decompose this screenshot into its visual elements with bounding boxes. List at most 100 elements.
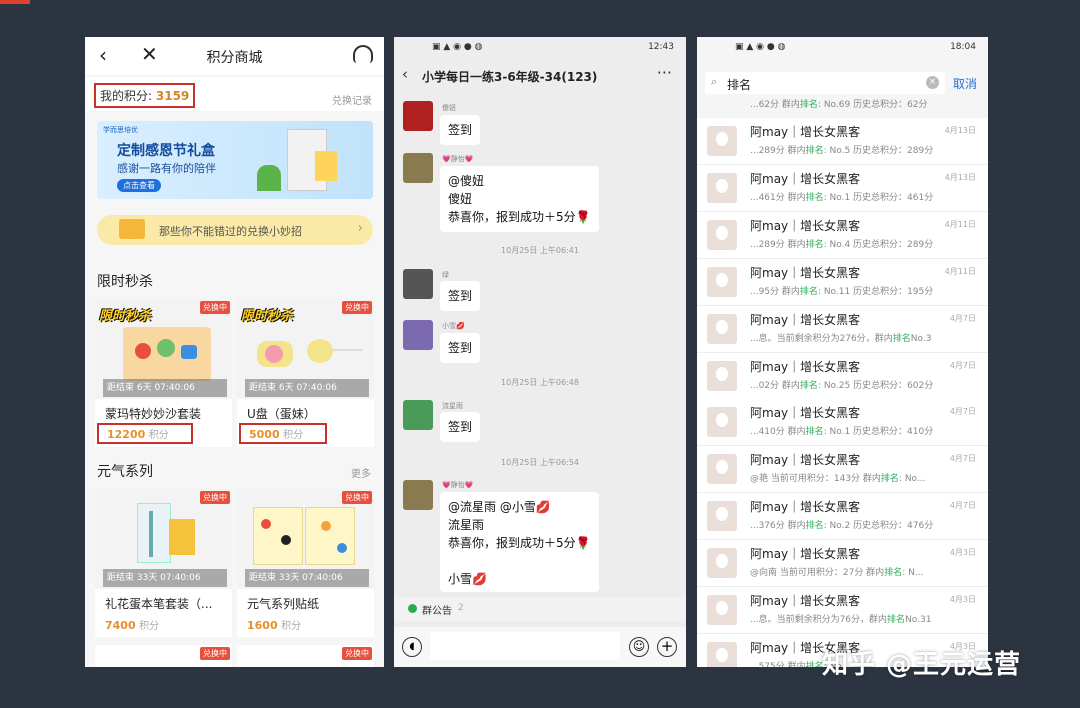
product-card[interactable]: 限时秒杀 兑换中 距结束 6天 07:40:06 蒙玛特妙妙沙套装 12200 … bbox=[95, 299, 232, 447]
points-label: 我的积分: bbox=[100, 89, 153, 103]
price-unit: 积分 bbox=[148, 430, 169, 441]
status-badge: 兑换中 bbox=[342, 647, 372, 660]
page-title: 积分商城 bbox=[206, 50, 263, 66]
more-icon[interactable]: ··· bbox=[657, 63, 672, 82]
message-line: 签到 bbox=[448, 420, 473, 434]
headset-icon[interactable] bbox=[353, 45, 373, 63]
promo-banner[interactable]: 学而思培优 定制感恩节礼盒 感谢一路有你的陪伴 点击查看 bbox=[97, 121, 373, 199]
snippet-text: : N... bbox=[902, 568, 924, 579]
cancel-button[interactable]: 取消 bbox=[953, 75, 977, 92]
avatar[interactable] bbox=[403, 400, 433, 430]
snippet-highlight: 排名 bbox=[799, 380, 818, 391]
flash-sale-logo: 限时秒杀 bbox=[241, 309, 294, 324]
sender-name: 流星雨 bbox=[442, 402, 463, 410]
message-line: @流星雨 @小雪💋 bbox=[448, 500, 551, 514]
back-icon[interactable]: ‹ bbox=[402, 65, 408, 83]
price-value: 7400 bbox=[105, 619, 136, 632]
sender-name: 💗静怡💗 bbox=[442, 155, 474, 163]
emoji-icon[interactable]: ☺ bbox=[629, 637, 649, 657]
avatar[interactable] bbox=[403, 480, 433, 510]
product-card[interactable]: 兑换中 bbox=[95, 645, 232, 667]
banner-view-button[interactable]: 点击查看 bbox=[117, 179, 161, 192]
clear-icon[interactable]: × bbox=[926, 76, 939, 89]
search-result-item[interactable]: 阿may｜增长女黑客 4月7日 ...02分 群内排名: No.25 历史总积分：6… bbox=[697, 352, 988, 400]
result-name: 阿may｜增长女黑客 bbox=[750, 453, 861, 468]
corner-mark bbox=[0, 0, 30, 4]
message-bubble: @流星雨 @小雪💋 流星雨 恭喜你，报到成功＋5分🌹 小雪💋 bbox=[440, 492, 599, 592]
avatar[interactable] bbox=[403, 269, 433, 299]
banner-title: 定制感恩节礼盒 bbox=[117, 143, 215, 159]
flash-sale-logo: 限时秒杀 bbox=[99, 309, 152, 324]
search-result-item[interactable]: 阿may｜增长女黑客 4月3日 @向南 当前可用积分：27分 群内排名: N... bbox=[697, 540, 988, 588]
plus-icon[interactable]: + bbox=[657, 637, 677, 657]
result-snippet: @向南 当前可用积分：27分 群内排名: N... bbox=[750, 565, 923, 578]
price-unit: 积分 bbox=[139, 621, 160, 632]
result-snippet: ...376分 群内排名: No.2 历史总积分：476分 bbox=[750, 518, 933, 531]
snippet-text: @向南 当前可用积分：27分 群内 bbox=[750, 568, 885, 579]
product-price: 5000 积分 bbox=[239, 423, 328, 444]
points-row: 我的积分: 3159 兑换记录 bbox=[85, 77, 384, 111]
result-snippet: ...289分 群内排名: No.5 历史总积分：289分 bbox=[750, 143, 933, 156]
chat-nav-bar: ‹ 小学每日一练3-6年级-34(123) ··· bbox=[394, 59, 686, 91]
avatar bbox=[707, 360, 737, 391]
result-name: 阿may｜增长女黑客 bbox=[750, 218, 861, 233]
message-input[interactable] bbox=[430, 632, 620, 660]
avatar bbox=[707, 172, 737, 203]
product-card[interactable]: 兑换中 bbox=[237, 645, 374, 667]
snippet-text: ...62分 群内 bbox=[750, 100, 800, 110]
result-snippet: ...461分 群内排名: No.1 历史总积分：461分 bbox=[750, 190, 933, 203]
snippet-highlight: 排名 bbox=[880, 474, 899, 485]
avatar[interactable] bbox=[403, 153, 433, 183]
avatar[interactable] bbox=[403, 101, 433, 131]
avatar bbox=[707, 595, 737, 625]
product-card[interactable]: 兑换中 距结束 33天 07:40:06 元气系列贴纸 1600 积分 bbox=[237, 489, 374, 637]
message-bubble: 签到 bbox=[440, 115, 481, 145]
result-snippet[interactable]: ...62分 群内排名: No.69 历史总积分：62分 bbox=[750, 97, 928, 110]
snippet-highlight: 排名 bbox=[805, 239, 824, 250]
result-date: 4月7日 bbox=[949, 454, 976, 464]
avatar[interactable] bbox=[403, 320, 433, 350]
snippet-text: ...息。当前剩余积分为76分，群内 bbox=[750, 615, 888, 625]
search-result-item[interactable]: 阿may｜增长女黑客 4月13日 ...289分 群内排名: No.5 历史总积分：… bbox=[697, 118, 988, 165]
product-card[interactable]: 限时秒杀 兑换中 距结束 6天 07:40:06 U盘（蛋妹） 5000 积分 bbox=[237, 299, 374, 447]
countdown: 距结束 33天 07:40:06 bbox=[103, 569, 227, 587]
search-result-item[interactable]: 阿may｜增长女黑客 4月7日 ...376分 群内排名: No.2 历史总积分：4… bbox=[697, 493, 988, 541]
tips-bar[interactable]: 那些你不能错过的兑换小妙招 › bbox=[97, 215, 373, 245]
avatar bbox=[707, 266, 737, 297]
message-line: 签到 bbox=[448, 123, 473, 137]
voice-icon[interactable]: ◖ bbox=[402, 637, 422, 657]
group-notice-bar[interactable]: 群公告 2 bbox=[394, 597, 686, 621]
search-input[interactable]: ⌕ 排名 × bbox=[705, 72, 945, 94]
status-badge: 兑换中 bbox=[342, 491, 372, 504]
product-name: 礼花蛋本笔套装（... bbox=[105, 597, 213, 611]
result-date: 4月7日 bbox=[949, 501, 976, 511]
message-line: 签到 bbox=[448, 341, 473, 355]
avatar bbox=[707, 407, 737, 438]
banner-subtitle: 感谢一路有你的陪伴 bbox=[117, 162, 216, 175]
snippet-text: ...息。当前剩余积分为276分，群内 bbox=[750, 333, 893, 344]
search-result-item[interactable]: 阿may｜增长女黑客 4月7日 ...410分 群内排名: No.1 历史总积分：4… bbox=[697, 399, 988, 447]
search-query: 排名 bbox=[727, 78, 752, 92]
product-name: 蒙玛特妙妙沙套装 bbox=[105, 407, 202, 421]
search-result-item[interactable]: 阿may｜增长女黑客 4月11日 ...289分 群内排名: No.4 历史总积分：… bbox=[697, 211, 988, 259]
search-result-item[interactable]: 阿may｜增长女黑客 4月11日 ...95分 群内排名: No.11 历史总积分：… bbox=[697, 258, 988, 306]
snippet-text: : No... bbox=[898, 474, 926, 485]
avatar bbox=[707, 548, 737, 579]
status-badge: 兑换中 bbox=[342, 301, 372, 314]
search-result-item[interactable]: 阿may｜增长女黑客 4月7日 @艳 当前可用积分：143分 群内排名: No... bbox=[697, 446, 988, 494]
tips-text: 那些你不能错过的兑换小妙招 bbox=[159, 225, 302, 238]
product-card[interactable]: 兑换中 距结束 33天 07:40:06 礼花蛋本笔套装（... 7400 积分 bbox=[95, 489, 232, 637]
status-badge: 兑换中 bbox=[200, 491, 230, 504]
status-icons: ▣ ▲ ◉ ● ◍ bbox=[432, 42, 483, 52]
search-result-item[interactable]: 阿may｜增长女黑客 4月7日 ...息。当前剩余积分为276分，群内排名No.3 bbox=[697, 305, 988, 353]
snippet-text: : No.25 历史总积分：602分 bbox=[817, 380, 934, 391]
envelope-icon bbox=[119, 219, 145, 239]
redeem-log-link[interactable]: 兑换记录 bbox=[332, 92, 372, 107]
more-link[interactable]: 更多 bbox=[351, 465, 371, 480]
search-result-item[interactable]: 阿may｜增长女黑客 4月13日 ...461分 群内排名: No.1 历史总积分：… bbox=[697, 164, 988, 212]
snippet-text: No.31 bbox=[905, 615, 932, 625]
search-result-item[interactable]: 阿may｜增长女黑客 4月3日 ...息。当前剩余积分为76分，群内排名No.31 bbox=[697, 587, 988, 634]
snippet-text: @艳 当前可用积分：143分 群内 bbox=[750, 474, 881, 485]
snippet-text: No.3 bbox=[910, 333, 932, 344]
